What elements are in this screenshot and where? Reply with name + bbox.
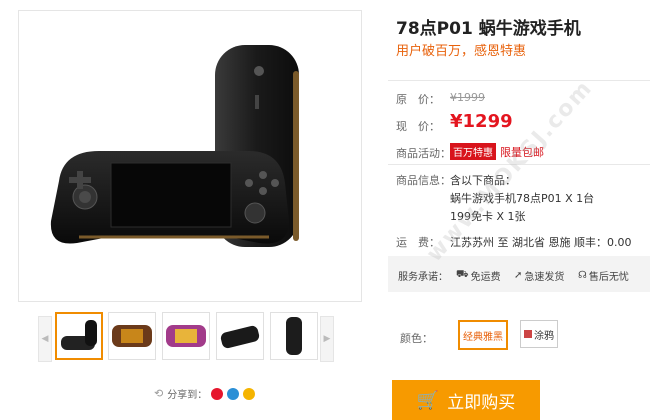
service-free-shipping: ⛟ 免运费: [456, 269, 501, 283]
thumbnail-1[interactable]: [55, 312, 103, 360]
color-label: 颜色：: [400, 332, 433, 345]
gallery-panel: ◀ ▶ ⟲ 分享到：: [0, 0, 378, 420]
main-product-image[interactable]: [18, 10, 362, 302]
weibo-share-icon[interactable]: [211, 387, 224, 400]
truck-icon: ⛟: [456, 269, 469, 280]
color-option-graffiti[interactable]: 涂鸦: [520, 320, 558, 348]
buy-now-button[interactable]: 🛒 立即购买: [392, 380, 540, 420]
current-price-label: 现 价：: [396, 120, 440, 133]
product-info-panel: 78点P01 蜗牛游戏手机 用户破百万，感恩特惠 原 价： ¥1999 现 价：…: [388, 0, 650, 420]
rocket-icon: ➚: [514, 270, 523, 281]
promotion-label: 商品活动：: [396, 147, 451, 160]
color-option-classic-black[interactable]: 经典雅黑: [458, 320, 508, 350]
info-label: 商品信息：: [396, 174, 451, 187]
service-label: 服务承诺：: [398, 272, 448, 283]
product-subtitle: 用户破百万，感恩特惠: [396, 44, 527, 59]
thumbnail-4[interactable]: [216, 312, 264, 360]
product-title: 78点P01 蜗牛游戏手机: [396, 19, 581, 39]
thumbnail-2[interactable]: [108, 312, 156, 360]
original-price-label: 原 价：: [396, 93, 440, 106]
thumb-prev-button[interactable]: ◀: [38, 316, 52, 362]
share-bar: ⟲ 分享到：: [154, 386, 256, 401]
buy-now-label: 立即购买: [447, 392, 516, 413]
thumb-next-button[interactable]: ▶: [320, 316, 334, 362]
graffiti-swatch-icon: [524, 330, 532, 338]
thumbnail-3[interactable]: [162, 312, 210, 360]
divider: [388, 80, 650, 81]
shipping-text: 江苏苏州 至 湖北省 恩施 顺丰：0.00: [450, 236, 632, 249]
qzone-share-icon[interactable]: [227, 387, 240, 400]
headset-icon: ☊: [578, 270, 587, 281]
service-after-sale: ☊ 售后无忧: [578, 270, 629, 283]
original-price: ¥1999: [450, 91, 485, 104]
current-price: ¥1299: [450, 111, 513, 132]
service-fast-delivery: ➚ 急速发货: [514, 270, 565, 283]
share-icon: ⟲: [154, 387, 164, 400]
phone-image-icon: [50, 45, 299, 247]
thumbnail-strip: [55, 312, 318, 362]
promotion-badge: 百万特惠: [450, 143, 496, 160]
renren-share-icon[interactable]: [243, 387, 256, 400]
thumbnail-5[interactable]: [270, 312, 318, 360]
share-label: 分享到：: [167, 390, 208, 401]
cart-icon: 🛒: [416, 389, 440, 411]
